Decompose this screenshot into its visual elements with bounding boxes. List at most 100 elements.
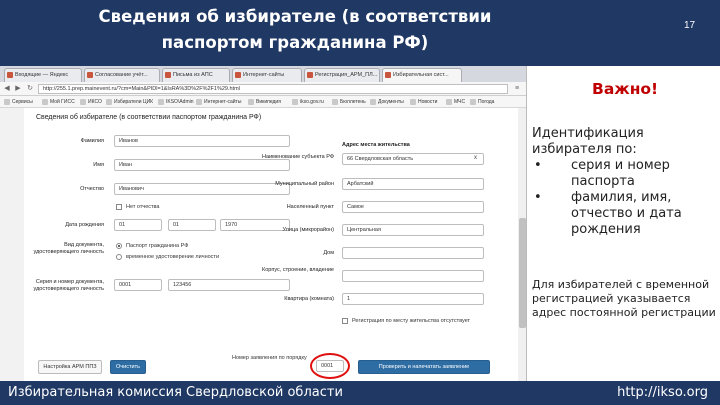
surname-label: Фамилия bbox=[80, 138, 104, 144]
street-input[interactable]: Центральная bbox=[342, 224, 484, 236]
doc-temp-label: временное удостоверение личности bbox=[126, 254, 220, 260]
favicon-icon bbox=[307, 72, 313, 78]
identification-intro: Идентификация избирателя по: bbox=[532, 126, 644, 157]
doc-temp-radio[interactable] bbox=[116, 254, 122, 260]
house-label: Дом bbox=[323, 250, 334, 256]
tab-0[interactable]: Входящие — Яндекс bbox=[4, 68, 82, 82]
bookmark-icon bbox=[292, 99, 298, 105]
bookmark-icon bbox=[248, 99, 254, 105]
address-bar-row: ◀ ▶ ↻ http://255.1.prep.mainevent.ru/?cm… bbox=[0, 82, 526, 96]
reload-icon[interactable]: ↻ bbox=[25, 84, 35, 94]
tab-label: Согласование учёт... bbox=[95, 72, 148, 78]
bookmark-icon bbox=[410, 99, 416, 105]
temp-registration-note: Для избирателей с временной регистрацией… bbox=[532, 278, 716, 319]
identification-list: серия и номер паспорта фамилия, имя, отч… bbox=[532, 158, 712, 238]
bookmark-icon bbox=[106, 99, 112, 105]
slide-title: Сведения об избирателе (в соответствии п… bbox=[98, 7, 492, 52]
clear-icon[interactable]: x bbox=[474, 155, 477, 161]
dob-day-input[interactable]: 01 bbox=[114, 219, 162, 231]
name-label: Имя bbox=[93, 162, 104, 168]
favicon-icon bbox=[87, 72, 93, 78]
url-input[interactable]: http://255.1.prep.mainevent.ru/?cm=Main&… bbox=[38, 84, 508, 94]
page-scrollbar[interactable] bbox=[518, 108, 526, 381]
tab-label: Регистрация_АРМ_ПЛ... bbox=[315, 72, 378, 78]
doc-passport-label: Паспорт гражданина РФ bbox=[126, 243, 189, 249]
settlement-input[interactable]: Самое bbox=[342, 201, 484, 213]
tab-5[interactable]: Избирательная сист... bbox=[382, 68, 462, 82]
order-label: Номер заявления по порядку bbox=[232, 355, 307, 361]
favicon-icon bbox=[385, 72, 391, 78]
tab-1[interactable]: Согласование учёт... bbox=[84, 68, 160, 82]
district-input[interactable]: Арбатский bbox=[342, 178, 484, 190]
footer-organization: Избирательная комиссия Свердловской обла… bbox=[8, 385, 343, 400]
tab-label: Входящие — Яндекс bbox=[15, 72, 69, 78]
building-label: Корпус, строение, владение bbox=[262, 267, 334, 273]
bookmark-icon bbox=[80, 99, 86, 105]
bookmark-item[interactable]: Мой ГИСС bbox=[42, 98, 75, 106]
reg-missing-label: Регистрация по месту жительства отсутств… bbox=[352, 318, 471, 324]
favicon-icon bbox=[235, 72, 241, 78]
bookmark-item[interactable]: Бюллетень bbox=[332, 98, 366, 106]
important-heading: Важно! bbox=[592, 80, 659, 98]
favicon-icon bbox=[7, 72, 13, 78]
doc-series-label: Серия и номер документа, удостоверяющего… bbox=[33, 279, 105, 292]
apartment-label: Квартира (комната) bbox=[284, 296, 334, 302]
bookmark-item[interactable]: Избиратели ЦИК bbox=[106, 98, 153, 106]
tab-3[interactable]: Интернет-сайты bbox=[232, 68, 302, 82]
district-label: Муниципальный район bbox=[275, 181, 334, 187]
bookmark-item[interactable]: Сервисы bbox=[4, 98, 33, 106]
slide-number: 17 bbox=[684, 20, 696, 31]
settlement-label: Населенный пункт bbox=[286, 204, 334, 210]
no-patronymic-checkbox[interactable] bbox=[116, 204, 122, 210]
apartment-input[interactable]: 1 bbox=[342, 293, 484, 305]
tab-label: Избирательная сист... bbox=[393, 72, 449, 78]
dob-month-input[interactable]: 01 bbox=[168, 219, 216, 231]
reg-missing-checkbox[interactable] bbox=[342, 318, 348, 324]
back-icon[interactable]: ◀ bbox=[2, 84, 12, 94]
settings-button[interactable]: Настройка АРМ ППЗ bbox=[38, 360, 102, 374]
browser-window: Входящие — Яндекс Согласование учёт... П… bbox=[0, 66, 527, 381]
menu-icon[interactable]: ≡ bbox=[512, 84, 522, 94]
tab-label: Письма из АПС bbox=[173, 72, 213, 78]
subject-select[interactable]: 66 Свердловская область bbox=[342, 153, 484, 165]
bookmark-item[interactable]: ИКСО bbox=[80, 98, 102, 106]
check-print-button[interactable]: Проверить и напечатать заявление bbox=[358, 360, 490, 374]
subject-label: Наименование субъекта РФ bbox=[262, 154, 334, 160]
doc-number-input[interactable]: 123456 bbox=[168, 279, 290, 291]
doc-series-input[interactable]: 0001 bbox=[114, 279, 162, 291]
name-input[interactable]: Иван bbox=[114, 159, 290, 171]
doc-type-label: Вид документа, удостоверяющего личность bbox=[33, 242, 105, 255]
identification-bullet: фамилия, имя, отчество и дата рождения bbox=[532, 190, 712, 238]
dob-label: Дата рождения bbox=[65, 222, 104, 228]
forward-icon[interactable]: ▶ bbox=[13, 84, 23, 94]
bookmark-item[interactable]: Документы bbox=[370, 98, 404, 106]
bookmark-item[interactable]: Новости bbox=[410, 98, 437, 106]
footer-url: http://ikso.org bbox=[617, 385, 708, 400]
bookmark-icon bbox=[332, 99, 338, 105]
scroll-thumb[interactable] bbox=[519, 218, 526, 328]
bookmark-item[interactable]: Интернет-сайты bbox=[196, 98, 241, 106]
tab-2[interactable]: Письма из АПС bbox=[162, 68, 230, 82]
bookmark-icon bbox=[470, 99, 476, 105]
bookmark-item[interactable]: IKSO\Admin bbox=[158, 98, 194, 106]
bookmark-item[interactable]: Погода bbox=[470, 98, 494, 106]
tab-label: Интернет-сайты bbox=[243, 72, 285, 78]
doc-passport-radio[interactable] bbox=[116, 243, 122, 249]
bookmark-icon bbox=[4, 99, 10, 105]
clear-button[interactable]: Очистить bbox=[110, 360, 146, 374]
building-input[interactable] bbox=[342, 270, 484, 282]
form-title: Сведения об избирателе (в соответствии п… bbox=[36, 114, 262, 121]
voter-form-page: Сведения об избирателе (в соответствии п… bbox=[24, 108, 518, 381]
house-input[interactable] bbox=[342, 247, 484, 259]
bookmark-item[interactable]: МЧС bbox=[446, 98, 465, 106]
bookmark-item[interactable]: Википедия bbox=[248, 98, 281, 106]
address-header: Адрес места жительства bbox=[342, 142, 410, 148]
identification-note: Идентификация избирателя по: серия и ном… bbox=[532, 126, 712, 238]
bookmark-item[interactable]: ikso.gov.ru bbox=[292, 98, 324, 106]
bookmarks-bar: Сервисы Мой ГИСС ИКСО Избиратели ЦИК IKS… bbox=[0, 96, 526, 108]
slide-footer: Избирательная комиссия Свердловской обла… bbox=[0, 381, 720, 405]
surname-input[interactable]: Иванов bbox=[114, 135, 290, 147]
tab-4[interactable]: Регистрация_АРМ_ПЛ... bbox=[304, 68, 380, 82]
tab-strip: Входящие — Яндекс Согласование учёт... П… bbox=[0, 66, 526, 82]
slide-header: Сведения об избирателе (в соответствии п… bbox=[0, 0, 720, 66]
